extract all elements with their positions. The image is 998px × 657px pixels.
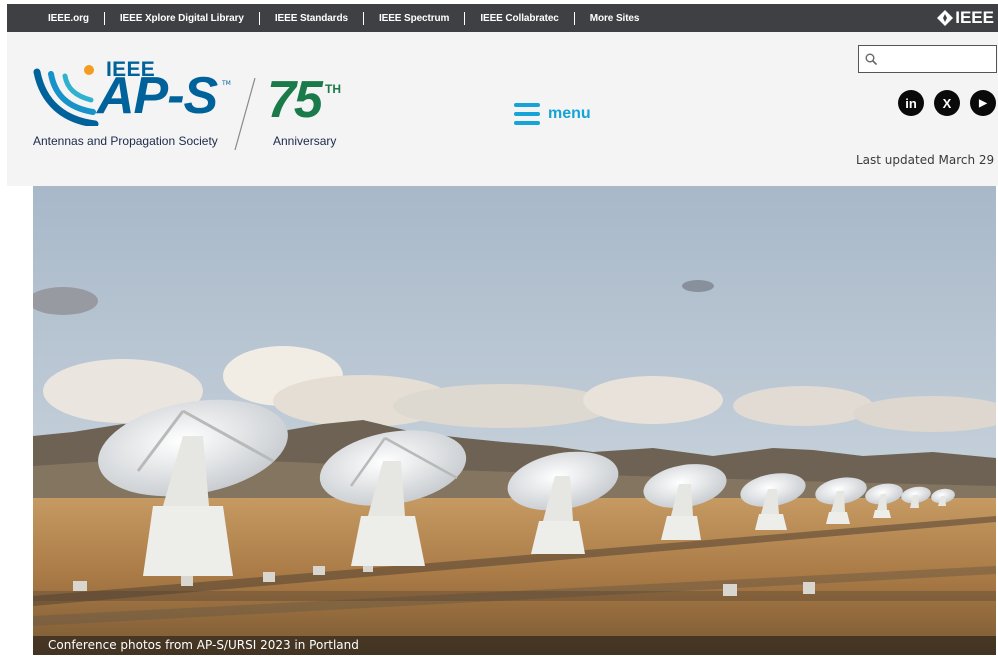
logo-divider-slash (234, 78, 256, 150)
menu-label: menu (548, 105, 591, 122)
link-ieee-spectrum[interactable]: IEEE Spectrum (379, 13, 449, 24)
link-ieee-xplore[interactable]: IEEE Xplore Digital Library (120, 13, 244, 24)
link-ieee-org[interactable]: IEEE.org (48, 13, 89, 24)
logo-trademark: TM (222, 80, 231, 87)
ieee-brand-text: IEEE (955, 8, 994, 27)
site-header: IEEE AP-S TM Antennas and Propagation So… (7, 32, 998, 186)
waves-logo-icon (33, 65, 99, 126)
menu-button[interactable]: menu (514, 103, 591, 125)
social-links: in X ▶ (898, 90, 998, 116)
linkedin-icon[interactable]: in (898, 90, 924, 116)
hero-caption: Conference photos from AP-S/URSI 2023 in… (33, 636, 996, 655)
logo-society-name: Antennas and Propagation Society (33, 134, 218, 148)
nav-divider (362, 11, 364, 25)
logo-aps-text: AP-S (97, 67, 218, 125)
ieee-diamond-icon (937, 10, 954, 26)
nav-divider (103, 11, 105, 25)
link-more-sites[interactable]: More Sites (590, 13, 640, 24)
nav-divider (573, 11, 575, 25)
hero-banner[interactable]: Conference photos from AP-S/URSI 2023 in… (33, 186, 996, 655)
radio-telescope-array-photo (33, 186, 996, 655)
search-icon (865, 53, 877, 65)
youtube-icon[interactable]: ▶ (970, 90, 996, 116)
logo-th-suffix: TH (325, 82, 341, 96)
link-ieee-collabratec[interactable]: IEEE Collabratec (480, 13, 559, 24)
aps-75-logo[interactable]: IEEE AP-S TM Antennas and Propagation So… (33, 58, 353, 154)
ieee-top-bar: IEEE.org IEEE Xplore Digital Library IEE… (7, 4, 998, 32)
nav-divider (464, 11, 466, 25)
logo-anniversary-text: Anniversary (273, 134, 337, 148)
search-box[interactable] (858, 45, 997, 73)
link-ieee-standards[interactable]: IEEE Standards (275, 13, 348, 24)
ieee-brand-link[interactable]: IEEE (937, 8, 994, 27)
hamburger-icon (514, 103, 540, 125)
logo-75-number: 75 (267, 71, 323, 129)
x-icon[interactable]: X (934, 90, 960, 116)
nav-divider (258, 11, 260, 25)
search-input[interactable] (883, 48, 993, 70)
last-updated-text: Last updated March 29 (856, 153, 995, 167)
ieee-sites-nav: IEEE.org IEEE Xplore Digital Library IEE… (7, 4, 639, 32)
